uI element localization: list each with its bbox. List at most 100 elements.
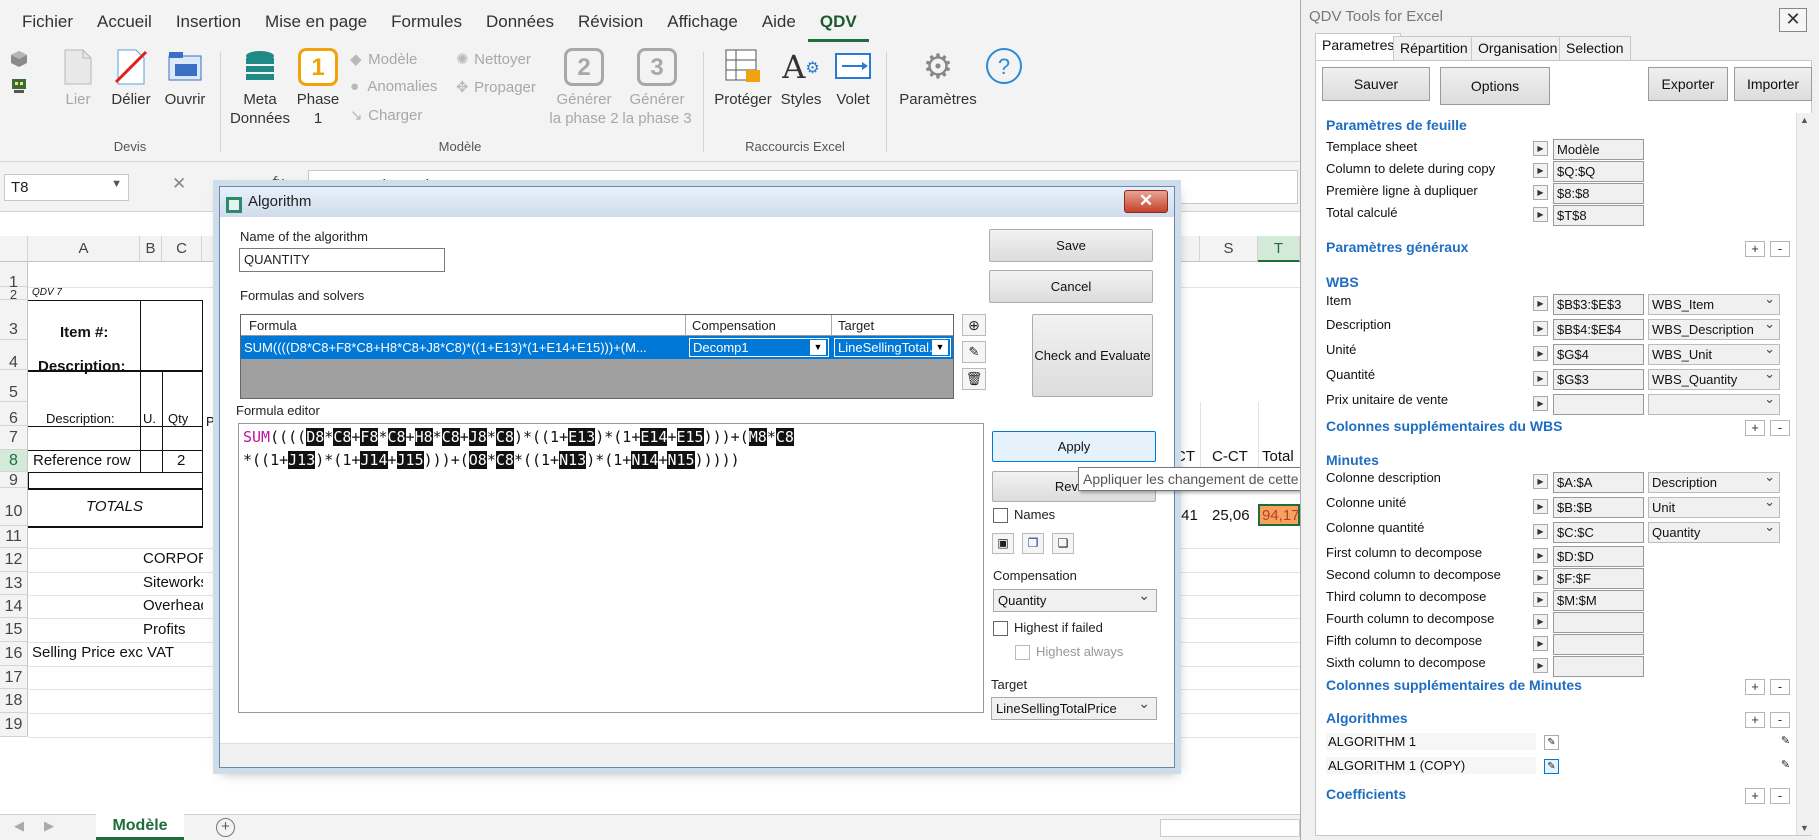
row-header[interactable]: 9 [0,472,28,489]
row-header[interactable]: 18 [0,689,28,713]
section-generaux[interactable]: Paramètres généraux [1326,239,1468,255]
algorithm-name-input[interactable]: QUANTITY [239,248,445,272]
nettoyer-button[interactable]: ✺ Nettoyer [456,50,531,68]
algorithm-item[interactable]: ALGORITHM 1 (COPY) [1326,757,1536,774]
cell-a10[interactable]: TOTALS [86,498,143,515]
param-value[interactable] [1553,394,1644,415]
highest-if-failed-checkbox[interactable] [993,621,1008,636]
param-value[interactable]: $8:$8 [1553,183,1644,204]
target-select[interactable]: LineSellingTotalPrice [991,695,1157,720]
row-header-active[interactable]: 8 [0,450,28,472]
section-feuille[interactable]: Paramètres de feuille [1326,117,1467,133]
add-icon[interactable]: + [1745,420,1765,436]
cell-a2[interactable]: QDV 7 [32,287,62,298]
cell-a3[interactable]: Item #: [60,324,108,341]
generer-phase3-button[interactable]: 3 Générer la phase 3 [622,48,692,128]
formula-editor[interactable]: SUM((((D8*C8+F8*C8+H8*C8+J8*C8)*((1+E13)… [238,423,984,713]
row-header[interactable]: 14 [0,595,28,618]
row-header[interactable]: 16 [0,642,28,666]
remove-icon[interactable]: - [1770,788,1790,804]
horizontal-scrollbar[interactable] [1160,819,1300,837]
ouvrir-button[interactable]: Ouvrir [162,48,208,109]
row-header[interactable]: 7 [0,426,28,450]
row-header[interactable]: 12 [0,548,28,572]
param-arrow-icon[interactable]: ▶ [1533,592,1548,607]
row-header[interactable]: 6 [0,402,28,427]
param-name-select[interactable]: Quantity [1648,519,1780,543]
row-header[interactable]: 3 [0,300,28,340]
row-header[interactable]: 2 [0,287,28,302]
section-minutes[interactable]: Minutes [1326,452,1379,468]
param-arrow-icon[interactable]: ▶ [1533,614,1548,629]
cell-r8[interactable]: ,41 [1177,507,1198,524]
row-header[interactable]: 11 [0,526,28,548]
cell-s6[interactable]: C-CT [1212,448,1248,465]
cell-d5[interactable]: P [206,414,215,429]
param-value[interactable]: $C:$C [1553,522,1644,543]
modele-button[interactable]: ◆ Modèle [350,50,417,68]
param-arrow-icon[interactable]: ▶ [1533,346,1548,361]
exporter-button[interactable]: Exporter [1648,67,1728,101]
remove-icon[interactable]: - [1770,241,1790,257]
section-wbs[interactable]: WBS [1326,274,1359,290]
tab-formules[interactable]: Formules [379,0,474,42]
param-value[interactable]: $D:$D [1553,546,1644,567]
check-evaluate-button[interactable]: Check and Evaluate [1032,314,1153,397]
lier-button[interactable]: Lier [58,48,98,109]
row-header[interactable]: 17 [0,666,28,689]
cell-t6[interactable]: Total [1262,448,1294,465]
add-icon[interactable]: + [1745,241,1765,257]
phase1-button[interactable]: 1 Phase 1 [294,48,342,128]
remove-icon[interactable]: - [1770,420,1790,436]
param-arrow-icon[interactable]: ▶ [1533,321,1548,336]
section-algorithmes[interactable]: Algorithmes [1326,710,1408,726]
tab-accueil[interactable]: Accueil [85,0,164,42]
cell-a16[interactable]: Selling Price exc VAT [32,644,174,661]
param-name-select[interactable]: WBS_Item [1648,291,1780,315]
add-icon[interactable]: + [1745,679,1765,695]
param-arrow-icon[interactable]: ▶ [1533,185,1548,200]
param-name-select[interactable]: WBS_Quantity [1648,366,1780,390]
tab-donnees[interactable]: Données [474,0,566,42]
param-value[interactable]: $F:$F [1553,568,1644,589]
add-icon[interactable]: + [1745,712,1765,728]
scroll-down-icon[interactable]: ▼ [1800,823,1809,833]
tab-mise-en-page[interactable]: Mise en page [253,0,379,42]
anomalies-button[interactable]: ● Anomalies [350,78,437,95]
duplicate-icon[interactable]: ❏ [1052,533,1074,554]
cell-c5[interactable]: Qty [168,411,188,426]
remove-icon[interactable]: - [1770,712,1790,728]
pin-icon[interactable]: ✎ [1778,735,1793,750]
row-header[interactable]: 10 [0,488,28,526]
row-header[interactable]: 19 [0,713,28,737]
param-arrow-icon[interactable]: ▶ [1533,524,1548,539]
row-compensation-select[interactable]: Decomp1 ▼ [689,338,829,357]
add-formula-icon[interactable]: ⊕ [962,314,986,336]
robot-icon[interactable] [10,76,28,97]
column-header[interactable]: B [140,236,162,262]
pane-scrollbar[interactable]: ▲ ▼ [1796,113,1812,835]
param-arrow-icon[interactable]: ▶ [1533,141,1548,156]
add-icon[interactable]: + [1745,788,1765,804]
section-coefficients[interactable]: Coefficients [1326,786,1406,802]
help-button[interactable]: ? [984,48,1024,88]
cell-b13[interactable]: Siteworks [143,574,203,591]
param-name-select[interactable]: WBS_Description [1648,316,1780,340]
apply-button[interactable]: Apply [992,431,1156,462]
param-value[interactable]: $B:$B [1553,497,1644,518]
algorithm-item[interactable]: ALGORITHM 1 [1326,733,1536,750]
column-header[interactable]: A [28,236,140,262]
parametres-button[interactable]: ⚙ Paramètres [896,48,980,109]
section-col-wbs[interactable]: Colonnes supplémentaires du WBS [1326,418,1562,434]
param-arrow-icon[interactable]: ▶ [1533,296,1548,311]
param-arrow-icon[interactable]: ▶ [1533,207,1548,222]
save-button[interactable]: Save [989,229,1153,262]
row-header[interactable]: 13 [0,572,28,595]
param-name-select[interactable]: Description [1648,469,1780,493]
grid-row-selected[interactable]: SUM((((D8*C8+F8*C8+H8*C8+J8*C8)*((1+E13)… [241,336,953,359]
meta-donnees-button[interactable]: Meta Données [228,48,292,128]
cell-s8[interactable]: 25,06 [1212,507,1250,524]
cell-b12[interactable]: CORPORAT [143,550,203,567]
edit-algorithm-icon[interactable]: ✎ [1544,759,1559,774]
cell-r6[interactable]: CT [1175,448,1195,465]
